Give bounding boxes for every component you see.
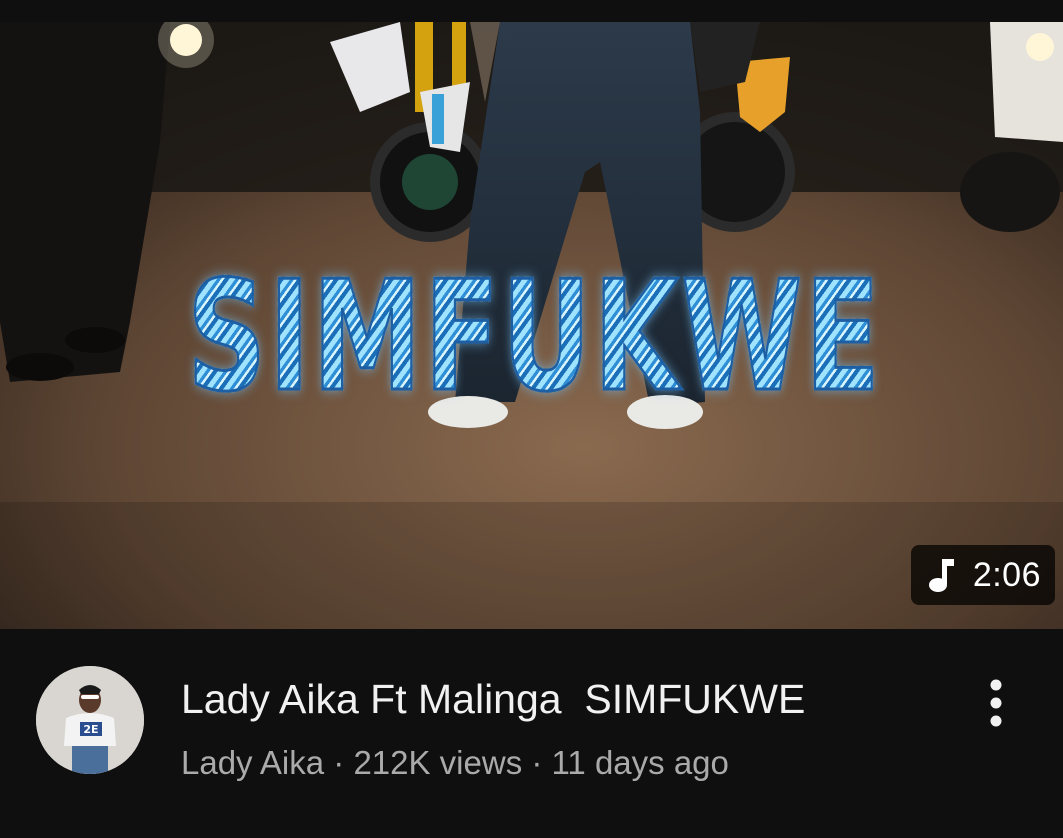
view-count: 212K views [353, 744, 523, 781]
more-options-button[interactable] [968, 673, 1024, 733]
avatar-image: 2E [36, 666, 144, 774]
upload-age: 11 days ago [551, 744, 729, 781]
video-title[interactable]: Lady Aika Ft Malinga SIMFUKWE [181, 675, 941, 723]
video-metadata: 2E Lady Aika Ft Malinga SIMFUKWE Lady Ai… [0, 629, 1063, 838]
meta-separator: · [324, 744, 354, 781]
duration-text: 2:06 [972, 555, 1041, 594]
top-strip [0, 0, 1063, 22]
duration-badge: 2:06 [910, 545, 1055, 605]
meta-separator: · [522, 744, 552, 781]
more-vert-icon [990, 679, 1002, 727]
video-thumbnail[interactable]: SIMFUKWE 2:06 [0, 22, 1063, 629]
thumbnail-title-overlay: SIMFUKWE [186, 247, 881, 427]
channel-avatar[interactable]: 2E [36, 666, 144, 774]
video-subtitle: Lady Aika · 212K views · 11 days ago [181, 743, 729, 783]
video-card: SIMFUKWE 2:06 2E Lady Aika Ft Malinga SI… [0, 0, 1063, 838]
music-note-icon [928, 559, 954, 592]
thumbnail-title-text: SIMFUKWE [186, 248, 883, 425]
channel-name[interactable]: Lady Aika [181, 744, 324, 781]
svg-text:2E: 2E [83, 723, 98, 736]
